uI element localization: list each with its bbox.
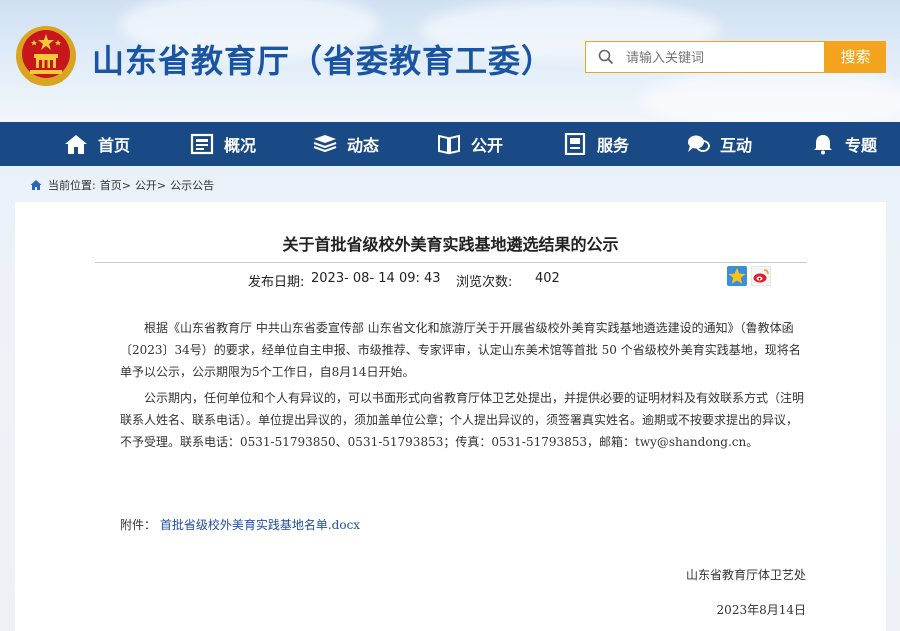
nav-item-label: 专题 <box>845 136 878 155</box>
search-icon <box>598 49 614 65</box>
search-box <box>585 41 825 73</box>
overview-icon <box>190 133 214 155</box>
nav-item-home[interactable]: 首页 <box>64 122 130 166</box>
site-title[interactable]: 山东省教育厅（省委教育工委） <box>92 36 554 82</box>
site-header: 山东省教育厅（省委教育工委） 搜索 <box>0 0 900 122</box>
qzone-share-icon[interactable] <box>727 266 747 286</box>
cloud-decoration <box>640 70 900 122</box>
breadcrumb-home-icon <box>30 180 42 190</box>
news-stack-icon <box>313 135 337 153</box>
publish-date-label: 发布日期: <box>248 275 305 290</box>
views-label: 浏览次数: <box>456 275 513 290</box>
home-icon <box>65 135 87 154</box>
attachment-label: 附件： <box>120 518 157 532</box>
main-nav: 首页 概况 动态 公开 服务 互动 专题 <box>0 122 900 166</box>
weibo-share-icon[interactable] <box>751 266 771 286</box>
breadcrumb-home-link[interactable]: 首页> <box>100 177 131 193</box>
nav-item-interact[interactable]: 互动 <box>686 122 752 166</box>
signature: 山东省教育厅体卫艺处 <box>685 568 806 582</box>
breadcrumb-prefix: 当前位置: <box>48 179 96 192</box>
breadcrumb-public-link[interactable]: 公开> <box>135 177 166 193</box>
book-open-icon <box>438 134 460 155</box>
search-button[interactable]: 搜索 <box>825 41 886 73</box>
bell-icon <box>814 135 832 155</box>
attachment-link[interactable]: 首批省级校外美育实践基地名单.docx <box>160 518 360 532</box>
nav-item-public[interactable]: 公开 <box>437 122 503 166</box>
article-panel: 关于首批省级校外美育实践基地遴选结果的公示 发布日期: 2023- 08- 14… <box>15 202 886 631</box>
nav-item-overview[interactable]: 概况 <box>190 122 256 166</box>
search-input[interactable] <box>624 46 818 70</box>
sign-date: 2023年8月14日 <box>716 603 806 617</box>
article-paragraph-2: 公示期内，任何单位和个人有异议的，可以书面形式向省教育厅体卫艺处提出，并提供必要… <box>120 391 805 449</box>
nav-item-service[interactable]: 服务 <box>563 122 629 166</box>
publish-date: 2023- 08- 14 09: 43 <box>311 271 441 286</box>
nav-item-label: 公开 <box>471 136 504 155</box>
nav-item-topics[interactable]: 专题 <box>811 122 877 166</box>
article-title: 关于首批省级校外美育实践基地遴选结果的公示 <box>282 235 619 254</box>
attachment: 附件： 首批省级校外美育实践基地名单.docx <box>120 516 360 533</box>
nav-item-label: 首页 <box>98 136 131 155</box>
nav-item-label: 服务 <box>597 136 630 155</box>
nav-item-label: 动态 <box>347 136 380 155</box>
nav-item-label: 互动 <box>720 136 753 155</box>
national-emblem-icon[interactable] <box>14 24 78 88</box>
article-paragraph-1: 根据《山东省教育厅 中共山东省委宣传部 山东省文化和旅游厅关于开展省级校外美育实… <box>120 321 801 379</box>
nav-item-label: 概况 <box>224 136 257 155</box>
title-divider <box>95 262 807 263</box>
views-count: 402 <box>535 271 560 286</box>
nav-item-news[interactable]: 动态 <box>313 122 379 166</box>
breadcrumb-notice-link[interactable]: 公示公告 <box>170 177 214 193</box>
chat-bubble-icon <box>688 135 710 152</box>
breadcrumb: 当前位置: 首页> 公开> 公示公告 <box>30 177 214 193</box>
service-doc-icon <box>564 133 586 155</box>
